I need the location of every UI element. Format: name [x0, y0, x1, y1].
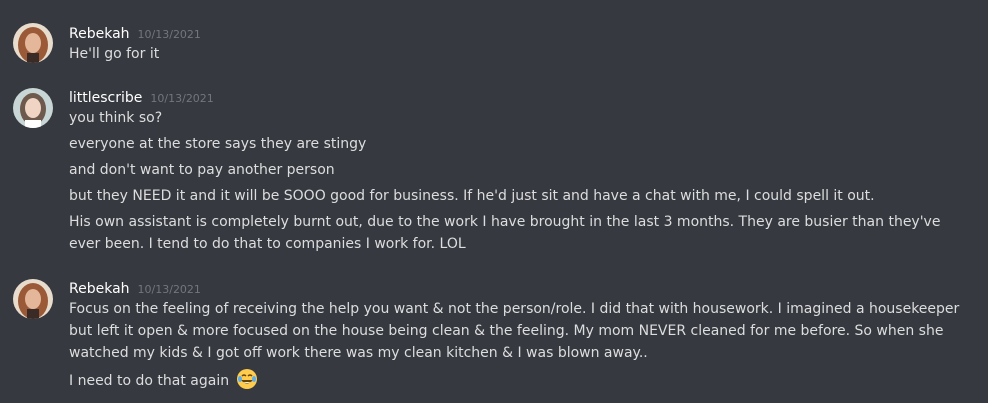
message-text: and don't want to pay another person [69, 162, 335, 178]
avatar[interactable] [13, 279, 53, 319]
message-text: I need to do that again [69, 368, 969, 392]
message-text: Focus on the feeling of receiving the he… [69, 301, 960, 361]
message-text-content: I need to do that again [69, 373, 230, 389]
message-text: everyone at the store says they are stin… [69, 136, 367, 152]
message-text: you think so? [69, 110, 163, 126]
chat-messages: Rebekah 10/13/2021 He'll go for it little… [0, 0, 988, 403]
username[interactable]: Rebekah [69, 281, 130, 297]
timestamp: 10/13/2021 [150, 92, 214, 105]
username[interactable]: littlescribe [69, 90, 142, 106]
face-with-tears-of-joy-icon[interactable] [236, 368, 258, 390]
message-header: Rebekah 10/13/2021 [69, 23, 201, 43]
message-text: He'll go for it [69, 46, 160, 62]
message-header: Rebekah 10/13/2021 [69, 278, 201, 298]
timestamp: 10/13/2021 [137, 28, 201, 41]
message-text: but they NEED it and it will be SOOO goo… [69, 188, 875, 204]
message-header: littlescribe 10/13/2021 [69, 87, 214, 107]
message-text: His own assistant is completely burnt ou… [69, 214, 941, 252]
username[interactable]: Rebekah [69, 26, 130, 42]
avatar[interactable] [13, 88, 53, 128]
avatar[interactable] [13, 23, 53, 63]
timestamp: 10/13/2021 [137, 283, 201, 296]
